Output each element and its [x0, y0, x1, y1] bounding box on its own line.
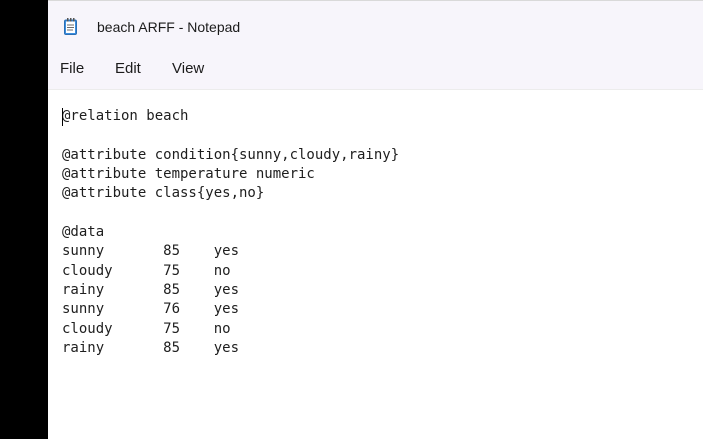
text-editor-area[interactable]: @relation beach @attribute condition{sun… [48, 90, 703, 439]
notepad-window: beach ARFF - Notepad File Edit View @rel… [48, 0, 703, 439]
document-text[interactable]: @relation beach @attribute condition{sun… [62, 107, 399, 358]
menu-edit[interactable]: Edit [113, 60, 143, 77]
title-bar[interactable]: beach ARFF - Notepad [48, 1, 703, 53]
notepad-icon [64, 18, 77, 35]
text-caret [62, 108, 63, 126]
window-title: beach ARFF - Notepad [97, 19, 241, 35]
menu-file[interactable]: File [58, 60, 86, 77]
menu-view[interactable]: View [170, 60, 206, 77]
menu-bar: File Edit View [48, 53, 703, 90]
